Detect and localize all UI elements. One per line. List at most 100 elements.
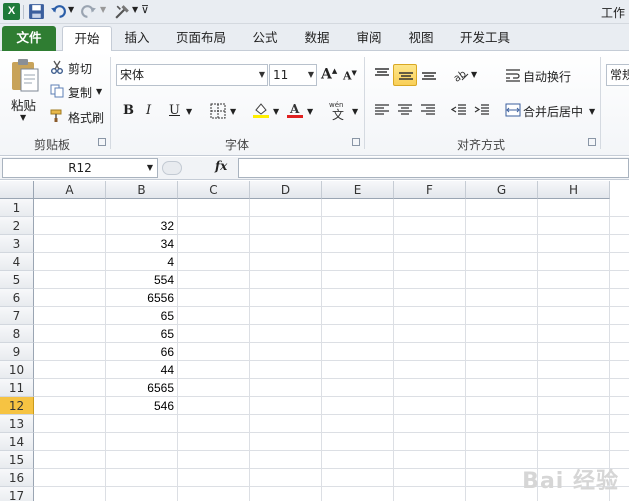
paste-button[interactable]: 粘贴 — [11, 95, 36, 114]
cell-b11[interactable]: 6565 — [106, 379, 178, 397]
undo-icon[interactable] — [50, 3, 67, 20]
row-header-15[interactable]: 15 — [0, 451, 34, 469]
merge-center-button[interactable]: 合并后居中 — [523, 103, 583, 120]
cell-b12[interactable]: 546 — [106, 397, 178, 415]
cell-b6[interactable]: 6556 — [106, 289, 178, 307]
column-header-a[interactable]: A — [34, 181, 106, 199]
cell-b3[interactable]: 34 — [106, 235, 178, 253]
fill-color-dropdown-icon[interactable]: ▼ — [273, 107, 279, 116]
cell-b7[interactable]: 65 — [106, 307, 178, 325]
row-header-4[interactable]: 4 — [0, 253, 34, 271]
phonetic-dropdown-icon[interactable]: ▼ — [352, 107, 358, 116]
shrink-font-icon[interactable]: A▼ — [343, 68, 357, 83]
number-format-select[interactable]: 常规 — [606, 64, 629, 86]
select-all-corner[interactable] — [0, 181, 34, 199]
row-header-16[interactable]: 16 — [0, 469, 34, 487]
clipboard-launcher-icon[interactable] — [98, 138, 106, 146]
cell-b8[interactable]: 65 — [106, 325, 178, 343]
customize-qat-icon[interactable]: ⊽ — [141, 3, 149, 16]
borders-icon[interactable] — [210, 103, 226, 119]
tools-icon[interactable] — [114, 3, 131, 20]
align-top-icon[interactable] — [374, 67, 390, 81]
align-right-icon[interactable] — [420, 103, 436, 117]
tab-data[interactable]: 数据 — [296, 26, 338, 51]
column-header-c[interactable]: C — [178, 181, 250, 199]
row-header-7[interactable]: 7 — [0, 307, 34, 325]
align-center-icon[interactable] — [397, 103, 413, 117]
row-header-12[interactable]: 12 — [0, 397, 34, 415]
insert-function-icon[interactable]: fx — [215, 159, 227, 173]
fill-color-icon[interactable] — [252, 101, 270, 119]
row-header-14[interactable]: 14 — [0, 433, 34, 451]
cell-b2[interactable]: 32 — [106, 217, 178, 235]
format-painter-icon[interactable] — [50, 109, 64, 123]
tab-developer[interactable]: 开发工具 — [452, 26, 518, 51]
column-header-e[interactable]: E — [322, 181, 394, 199]
row-header-3[interactable]: 3 — [0, 235, 34, 253]
tab-review[interactable]: 审阅 — [348, 26, 390, 51]
tab-page-layout[interactable]: 页面布局 — [170, 26, 232, 51]
column-header-b[interactable]: B — [106, 181, 178, 199]
tab-view[interactable]: 视图 — [400, 26, 442, 51]
tab-insert[interactable]: 插入 — [116, 26, 158, 51]
orientation-icon[interactable]: ab — [452, 67, 470, 83]
italic-button[interactable]: I — [146, 103, 151, 118]
excel-logo-icon[interactable]: X — [3, 3, 20, 20]
name-box-dropdown-icon[interactable]: ▼ — [147, 159, 153, 177]
column-header-d[interactable]: D — [250, 181, 322, 199]
cell-b10[interactable]: 44 — [106, 361, 178, 379]
column-header-h[interactable]: H — [538, 181, 610, 199]
name-box[interactable]: R12 ▼ — [2, 158, 158, 178]
cut-icon[interactable] — [50, 60, 64, 74]
row-header-13[interactable]: 13 — [0, 415, 34, 433]
row-header-6[interactable]: 6 — [0, 289, 34, 307]
underline-button[interactable]: U — [169, 103, 180, 118]
redo-dropdown-icon[interactable]: ▼ — [100, 5, 106, 14]
grow-font-icon[interactable]: A▲ — [321, 66, 337, 83]
copy-button[interactable]: 复制 — [68, 84, 92, 101]
cell-b4[interactable]: 4 — [106, 253, 178, 271]
row-header-10[interactable]: 10 — [0, 361, 34, 379]
font-name-select[interactable]: 宋体 ▼ — [116, 64, 268, 86]
alignment-launcher-icon[interactable] — [588, 138, 596, 146]
font-color-icon[interactable]: A — [286, 101, 304, 119]
column-header-g[interactable]: G — [466, 181, 538, 199]
cut-button[interactable]: 剪切 — [68, 60, 92, 77]
phonetic-guide-icon[interactable]: wén 文 — [328, 99, 350, 121]
row-header-9[interactable]: 9 — [0, 343, 34, 361]
cell-b5[interactable]: 554 — [106, 271, 178, 289]
tab-formulas[interactable]: 公式 — [244, 26, 286, 51]
font-size-select[interactable]: 11 ▼ — [269, 64, 317, 86]
copy-icon[interactable] — [50, 84, 64, 98]
tab-file[interactable]: 文件 — [2, 26, 56, 51]
tools-dropdown-icon[interactable]: ▼ — [132, 5, 138, 14]
increase-indent-icon[interactable] — [474, 103, 490, 117]
worksheet-grid[interactable]: A B C D E F G H 1 2 3 4 5 6 7 8 9 10 11 12 13 14 15 16 17 32 34 4 55… — [0, 181, 629, 501]
row-header-11[interactable]: 11 — [0, 379, 34, 397]
paste-icon[interactable] — [10, 57, 40, 93]
bold-button[interactable]: B — [123, 103, 134, 118]
column-header-f[interactable]: F — [394, 181, 466, 199]
tab-home[interactable]: 开始 — [62, 26, 112, 52]
merge-dropdown-icon[interactable]: ▼ — [589, 107, 595, 116]
save-icon[interactable] — [28, 3, 45, 20]
wrap-text-button[interactable]: 自动换行 — [523, 68, 571, 85]
row-header-17[interactable]: 17 — [0, 487, 34, 501]
row-header-5[interactable]: 5 — [0, 271, 34, 289]
redo-icon[interactable] — [80, 3, 97, 20]
merge-center-icon[interactable] — [505, 103, 521, 117]
decrease-indent-icon[interactable] — [451, 103, 467, 117]
borders-dropdown-icon[interactable]: ▼ — [230, 107, 236, 116]
formula-bar-splitter-icon[interactable] — [162, 161, 182, 175]
underline-dropdown-icon[interactable]: ▼ — [186, 107, 192, 116]
orientation-dropdown-icon[interactable]: ▼ — [471, 70, 477, 79]
align-bottom-icon[interactable] — [421, 67, 437, 81]
align-middle-button[interactable] — [393, 64, 417, 86]
copy-dropdown-icon[interactable]: ▼ — [96, 87, 102, 96]
align-left-icon[interactable] — [374, 103, 390, 117]
formula-input[interactable] — [238, 158, 629, 178]
format-painter-button[interactable]: 格式刷 — [68, 109, 104, 126]
row-header-1[interactable]: 1 — [0, 199, 34, 217]
wrap-text-icon[interactable] — [505, 68, 521, 82]
undo-dropdown-icon[interactable]: ▼ — [68, 5, 74, 14]
